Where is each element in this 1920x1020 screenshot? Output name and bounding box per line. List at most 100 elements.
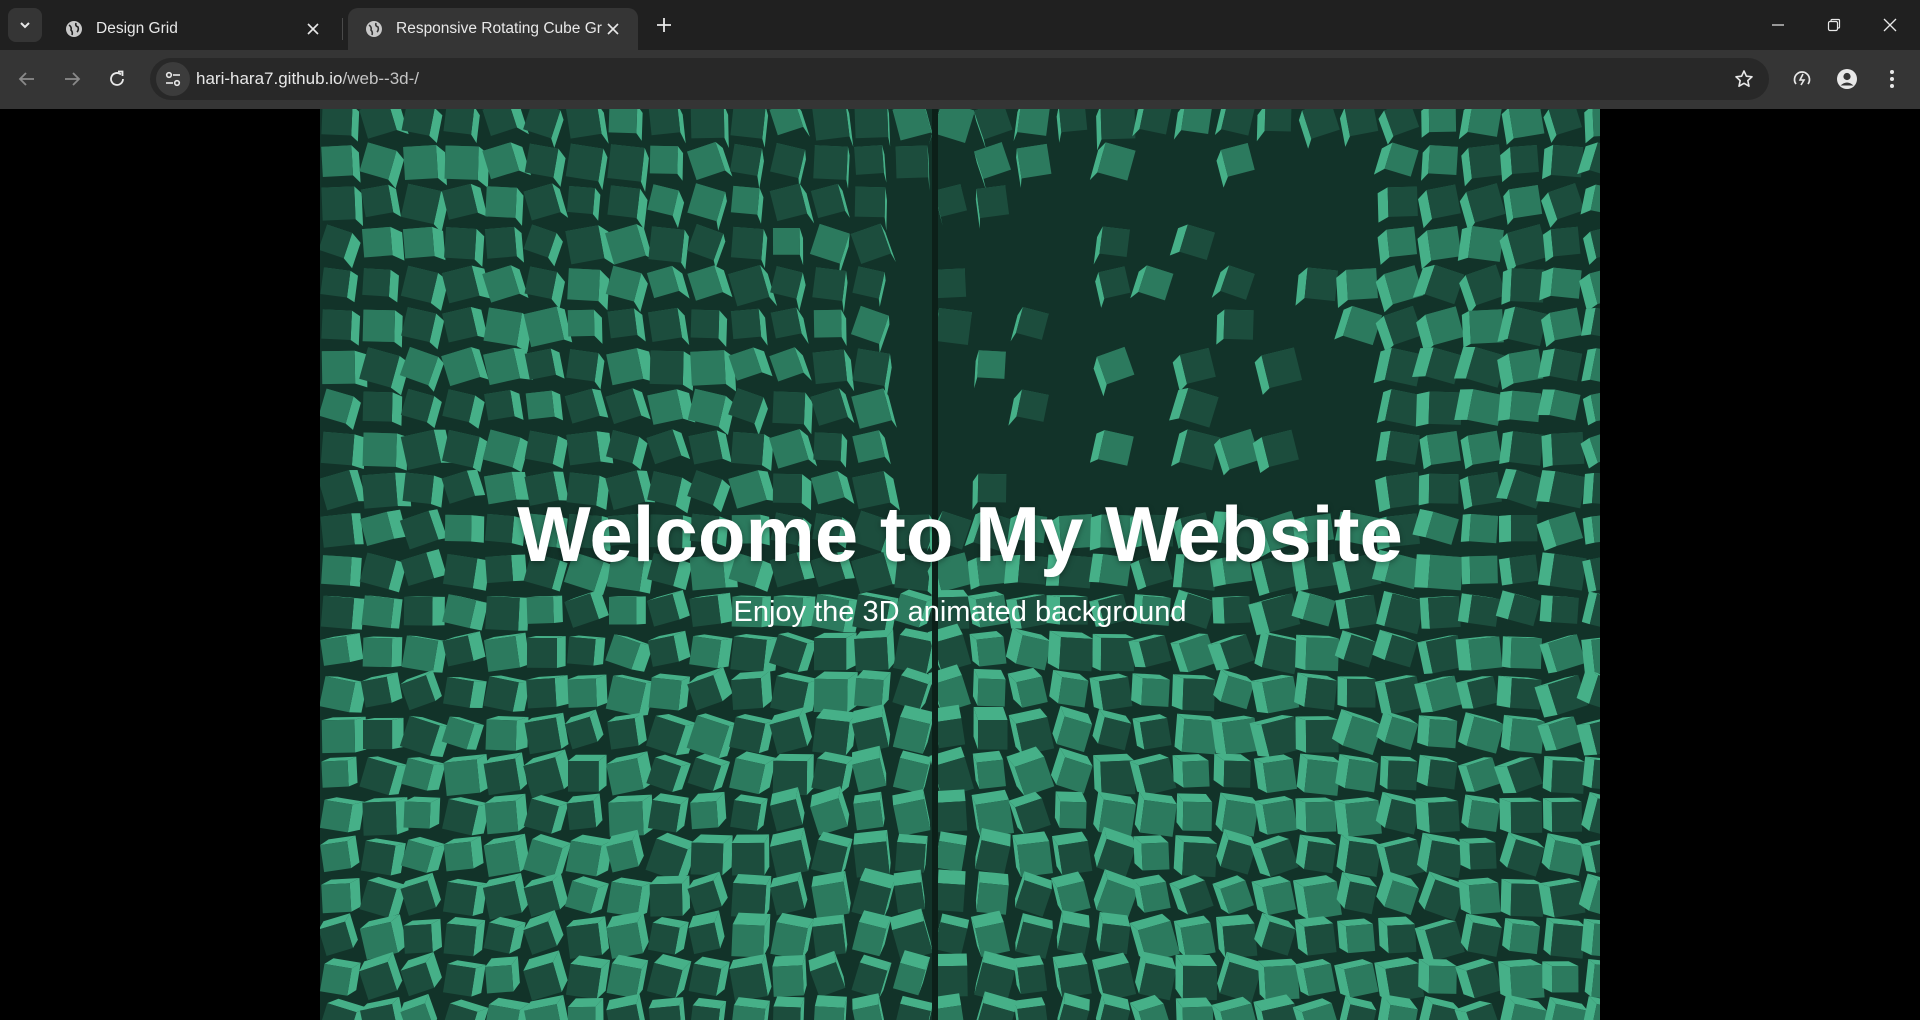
cube (813, 632, 857, 671)
chevron-down-icon (20, 22, 30, 29)
back-button[interactable] (10, 62, 44, 96)
cube (525, 390, 564, 421)
cube (812, 708, 857, 756)
restore-button[interactable] (1806, 0, 1862, 50)
cube (648, 109, 686, 144)
cube (729, 713, 775, 754)
cube (1169, 224, 1216, 261)
cube (892, 950, 931, 996)
cube (1457, 757, 1501, 792)
cube (482, 265, 529, 303)
cube (932, 308, 973, 355)
cube (444, 514, 485, 543)
reload-button[interactable] (100, 62, 134, 96)
cube (484, 793, 529, 835)
cube (605, 388, 651, 425)
cube (687, 388, 736, 435)
performance-button[interactable] (1785, 62, 1819, 96)
tab-rotating-cube-grid[interactable]: Responsive Rotating Cube Grid (348, 8, 638, 50)
cube (1334, 959, 1379, 998)
cube (648, 997, 686, 1020)
cube (1336, 268, 1378, 308)
bookmark-button[interactable] (1727, 62, 1761, 96)
cube (1542, 226, 1581, 262)
cube (1093, 753, 1136, 796)
cube (359, 552, 407, 593)
cube (403, 796, 441, 829)
cube (731, 912, 771, 958)
cube (1298, 109, 1340, 149)
cube (320, 998, 368, 1020)
cube (523, 183, 569, 221)
forward-button[interactable] (55, 62, 89, 96)
cube (1497, 348, 1544, 390)
cube (321, 109, 360, 142)
cube (770, 912, 814, 960)
tab-search-button[interactable] (8, 8, 42, 42)
cube (362, 268, 399, 303)
cube (1460, 430, 1502, 470)
cube (361, 226, 405, 261)
url-text[interactable]: hari-hara7.github.io/web--3d-/ (196, 69, 419, 89)
cube (1498, 554, 1539, 586)
menu-button[interactable] (1875, 62, 1909, 96)
cube (970, 910, 1011, 958)
cube (770, 512, 812, 553)
cube (359, 109, 409, 139)
cube (321, 309, 361, 346)
cube (443, 677, 487, 708)
cube (1461, 309, 1504, 348)
cube (772, 954, 807, 997)
cube (565, 955, 611, 1000)
cube (1580, 184, 1600, 216)
cube (482, 142, 531, 180)
cube (1056, 992, 1090, 1020)
cube (1417, 715, 1458, 749)
profile-button[interactable] (1830, 62, 1864, 96)
cube (1542, 961, 1579, 993)
cube (1412, 347, 1463, 385)
cube (687, 183, 727, 231)
cube (606, 430, 648, 470)
address-bar[interactable]: hari-hara7.github.io/web--3d-/ (150, 58, 1769, 100)
globe-icon (66, 21, 82, 37)
cube (1376, 590, 1426, 635)
cube (1541, 307, 1583, 348)
cube (1132, 874, 1171, 913)
tab-design-grid[interactable]: Design Grid (48, 8, 338, 50)
cube (360, 996, 406, 1020)
cube (1013, 997, 1050, 1020)
cube (606, 553, 655, 594)
cube (1377, 226, 1418, 265)
cube (1541, 183, 1585, 228)
cube (1088, 553, 1132, 587)
cube (441, 469, 486, 504)
cube (320, 267, 358, 303)
cube (934, 913, 970, 956)
cube (688, 956, 730, 997)
close-tab-icon[interactable] (602, 18, 624, 40)
cube (400, 670, 442, 711)
cube (810, 470, 855, 505)
minimize-button[interactable] (1750, 0, 1806, 50)
cube (854, 145, 887, 183)
cube (320, 958, 361, 996)
close-window-button[interactable] (1862, 0, 1918, 50)
close-tab-icon[interactable] (302, 18, 324, 40)
cube (1500, 714, 1545, 754)
cube (687, 224, 726, 269)
cube (688, 430, 732, 465)
cube (400, 836, 446, 873)
cube (1417, 225, 1462, 270)
cube (1581, 307, 1600, 340)
cube (1501, 636, 1542, 669)
cube (810, 183, 850, 219)
cube (813, 432, 848, 468)
site-info-button[interactable] (156, 62, 190, 96)
cube (1133, 835, 1170, 871)
cube (854, 629, 895, 672)
cube (566, 185, 601, 221)
cube (769, 550, 815, 588)
new-tab-button[interactable] (650, 11, 678, 39)
cube (1582, 513, 1600, 545)
